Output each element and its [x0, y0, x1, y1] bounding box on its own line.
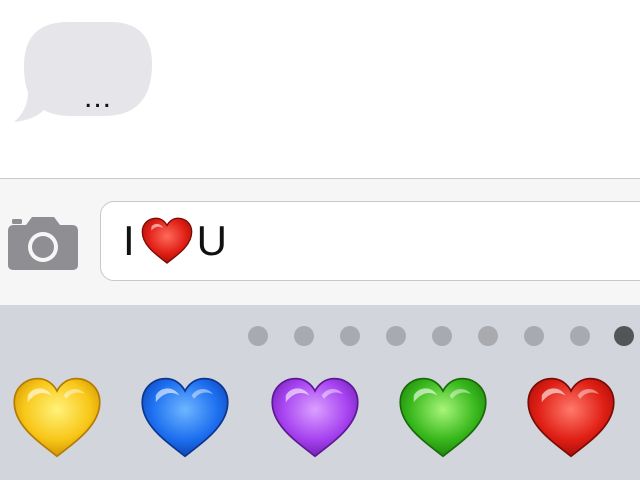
message-text-end: U [196, 217, 228, 264]
message-text-field[interactable]: I U [100, 201, 640, 281]
purple-heart-key[interactable] [270, 375, 360, 461]
blue-heart-icon [141, 377, 229, 458]
page-dot-5[interactable] [432, 326, 452, 346]
page-dot-4[interactable] [386, 326, 406, 346]
green-heart-icon [399, 377, 487, 458]
red-heart-key[interactable] [526, 375, 616, 461]
green-heart-key[interactable] [398, 375, 488, 461]
page-dot-1[interactable] [248, 326, 268, 346]
message-text-start: I [123, 217, 135, 264]
page-dot-9-active[interactable] [614, 326, 634, 346]
camera-icon [8, 217, 78, 270]
page-dot-3[interactable] [340, 326, 360, 346]
typing-dots: ... [84, 81, 113, 114]
page-dot-2[interactable] [294, 326, 314, 346]
conversation-area[interactable]: ... [0, 0, 640, 178]
message-text: I U [123, 218, 227, 264]
page-dot-7[interactable] [524, 326, 544, 346]
message-input-bar: I U [0, 178, 640, 305]
page-dot-8[interactable] [570, 326, 590, 346]
emoji-keyboard [0, 305, 640, 480]
purple-heart-icon [271, 377, 359, 458]
blue-heart-key[interactable] [140, 375, 230, 461]
yellow-heart-icon [13, 377, 101, 458]
typing-indicator-bubble: ... [14, 22, 154, 126]
camera-button[interactable] [6, 215, 80, 271]
messages-screen: ... I U [0, 0, 640, 480]
red-heart-icon [527, 377, 615, 458]
red-heart-emoji [141, 217, 193, 265]
page-dot-6[interactable] [478, 326, 498, 346]
yellow-heart-key[interactable] [12, 375, 102, 461]
